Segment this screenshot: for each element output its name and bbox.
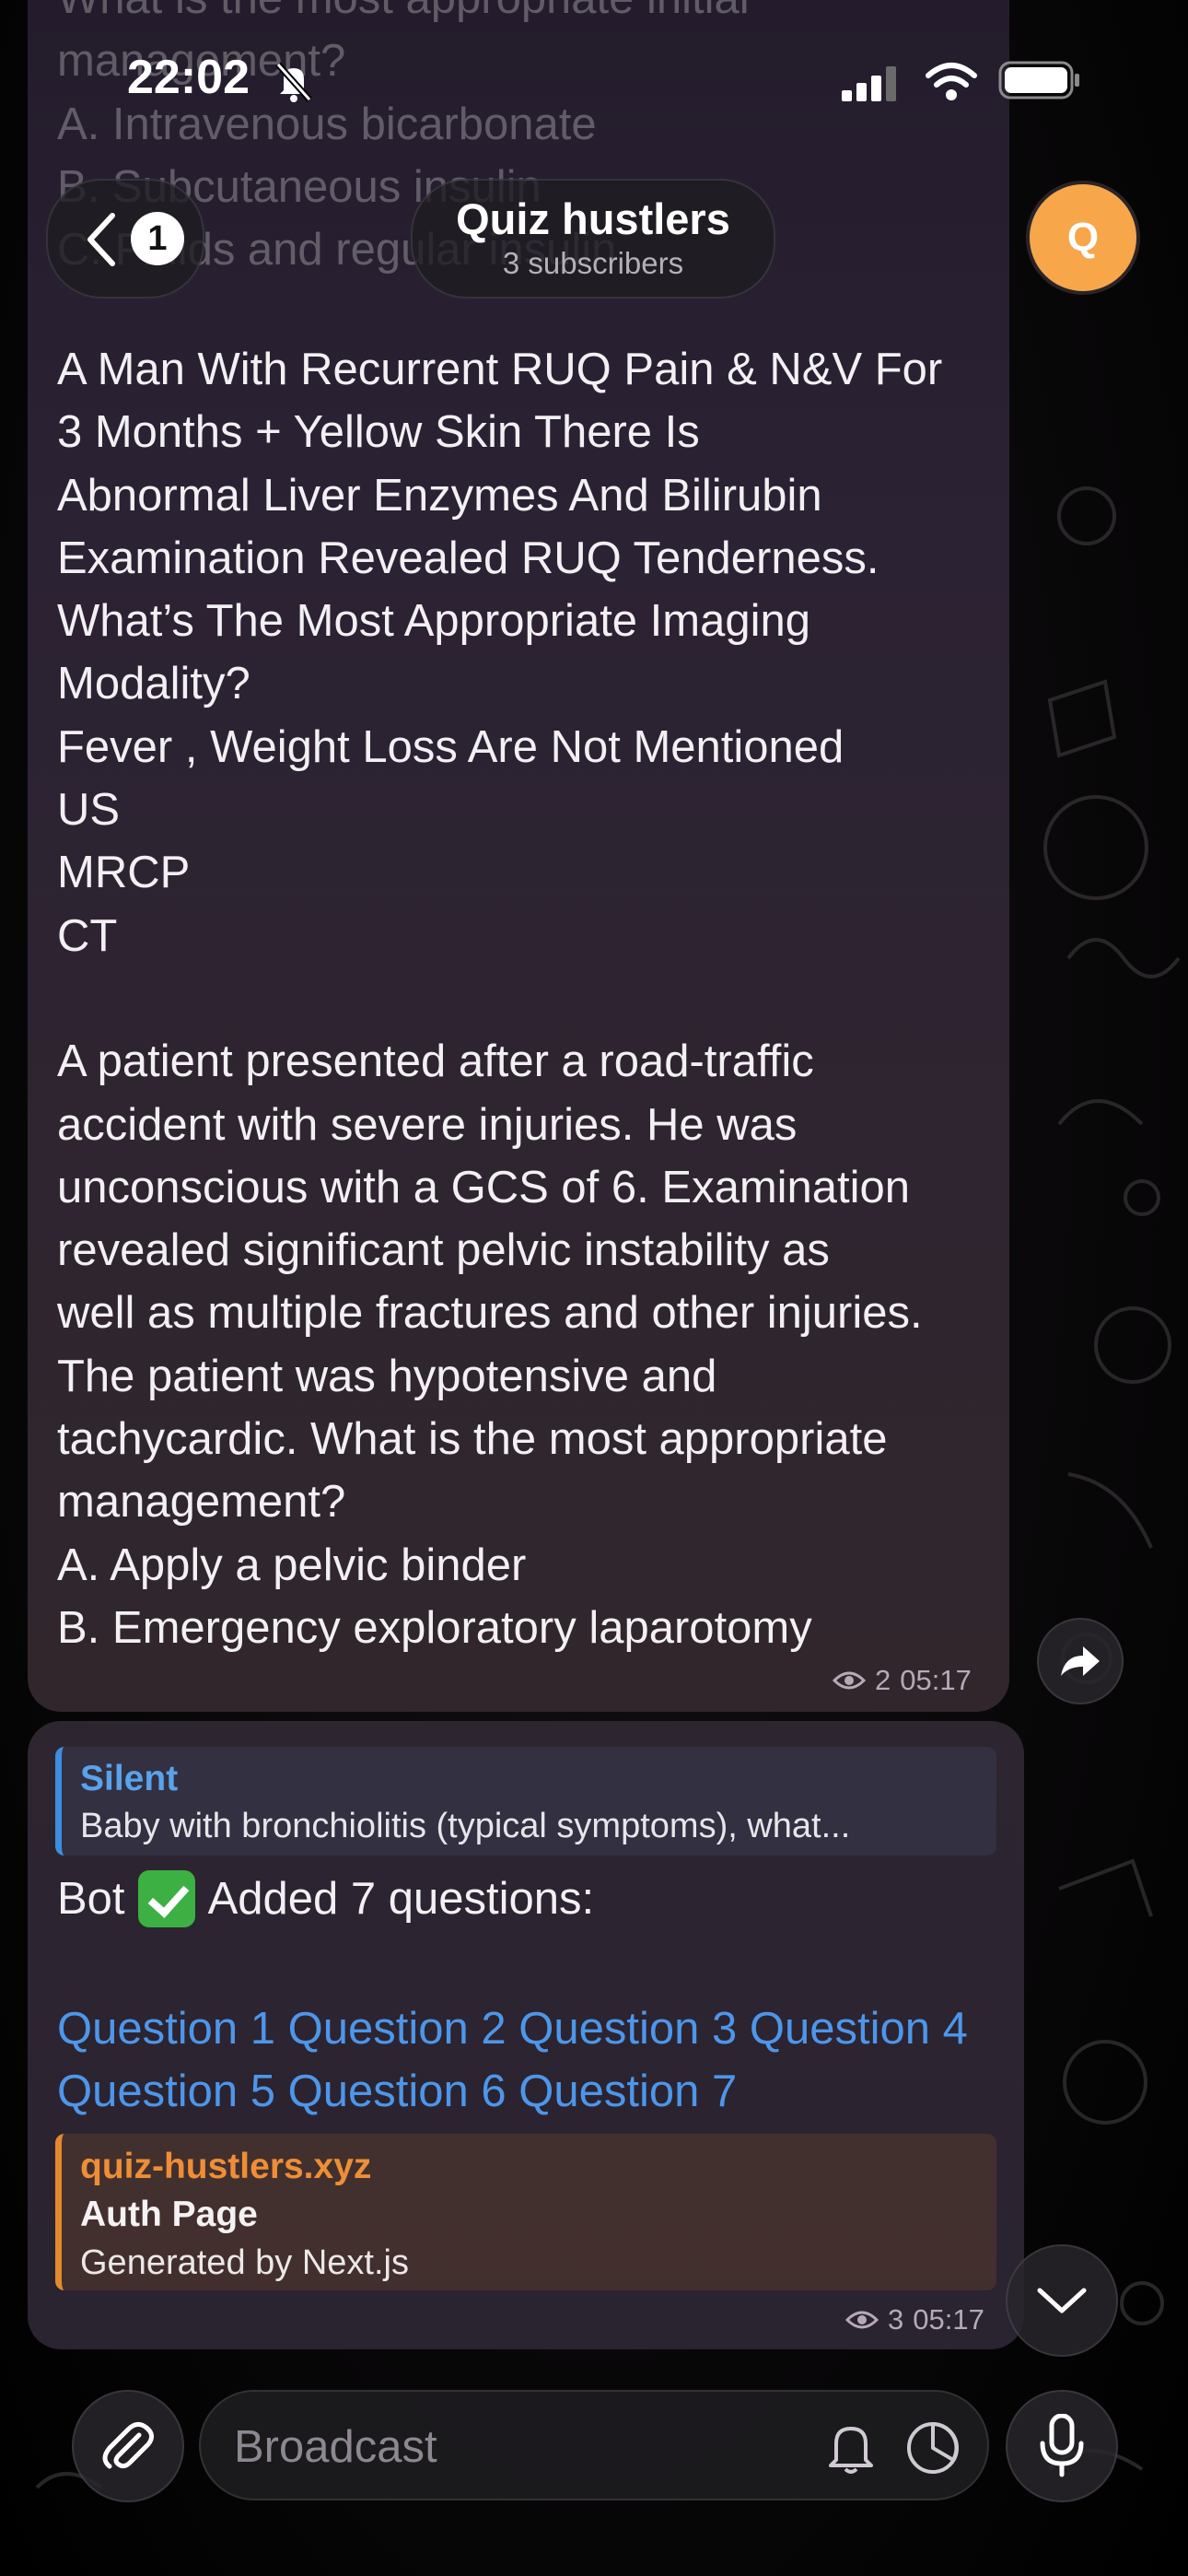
- message-line: Fever , Weight Loss Are Not Mentioned: [57, 721, 844, 772]
- message-line: revealed significant pelvic instability …: [57, 1225, 830, 1276]
- reply-quote[interactable]: Silent Baby with bronchiolitis (typical …: [55, 1747, 996, 1856]
- unread-badge: 1: [131, 212, 184, 265]
- message-meta: 3 05:17: [845, 2303, 984, 2336]
- reply-text: Baby with bronchiolitis (typical symptom…: [80, 1807, 851, 1845]
- silent-bell-icon: [275, 62, 312, 102]
- signal-icon: [842, 66, 896, 101]
- message-meta: 2 05:17: [833, 1664, 972, 1697]
- scroll-down-button[interactable]: [1006, 2244, 1118, 2357]
- message-line: A. Apply a pelvic binder: [57, 1540, 527, 1590]
- question-link-4[interactable]: Question 4: [750, 2004, 968, 2054]
- link-preview[interactable]: quiz-hustlers.xyz Auth Page Generated by…: [55, 2134, 996, 2290]
- question-links: Question 1 Question 2 Question 3 Questio…: [57, 1997, 1015, 2123]
- status-bar: 22:02: [0, 0, 1188, 166]
- microphone-button[interactable]: [1006, 2390, 1118, 2502]
- eye-icon: [833, 1671, 866, 1690]
- paragraph-break: [57, 967, 1015, 1030]
- message-text: A Man With Recurrent RUQ Pain & N&V For …: [57, 338, 1015, 1659]
- message-line: well as multiple fractures and other inj…: [57, 1288, 923, 1339]
- bot-prefix: Bot: [57, 1874, 125, 1924]
- message-time: 05:17: [913, 2303, 984, 2336]
- bell-icon[interactable]: [823, 2419, 879, 2476]
- message-line: management?: [57, 1477, 346, 1528]
- check-mark-icon: [137, 1870, 195, 1927]
- preview-title: Auth Page: [80, 2195, 258, 2234]
- message-line: 3 Months + Yellow Skin There Is: [57, 407, 700, 458]
- message-line: The patient was hypotensive and: [57, 1351, 717, 1401]
- channel-name: Quiz hustlers: [456, 194, 730, 243]
- reply-author: Silent: [80, 1759, 179, 1798]
- question-link-7[interactable]: Question 7: [518, 2067, 737, 2116]
- clock: 22:02: [127, 51, 250, 104]
- message-line: tachycardic. What is the most appropriat…: [57, 1414, 888, 1465]
- microphone-icon: [1040, 2414, 1084, 2477]
- paperclip-icon: [102, 2422, 154, 2469]
- bot-text: Added 7 questions:: [207, 1874, 595, 1924]
- question-link-3[interactable]: Question 3: [518, 2004, 737, 2054]
- message-line: CT: [57, 910, 118, 961]
- chevron-down-icon: [1037, 2288, 1087, 2313]
- chevron-left-icon: [87, 213, 115, 266]
- share-button[interactable]: [1037, 1618, 1124, 1704]
- wifi-icon: [926, 63, 977, 100]
- broadcast-input[interactable]: [234, 2412, 786, 2482]
- subscriber-count: 3 subscribers: [502, 246, 684, 280]
- avatar[interactable]: Q: [1026, 181, 1140, 295]
- message-line: A patient presented after a road-traffic: [57, 1036, 814, 1087]
- question-link-5[interactable]: Question 5: [57, 2067, 275, 2116]
- message-time: 05:17: [900, 1664, 972, 1696]
- message-line: A Man With Recurrent RUQ Pain & N&V For: [57, 345, 943, 394]
- battery-icon: [998, 61, 1079, 100]
- message-line: Examination Revealed RUQ Tenderness.: [57, 533, 879, 583]
- preview-description: Generated by Next.js: [80, 2243, 409, 2282]
- view-count: 3: [888, 2303, 904, 2336]
- message-line: unconscious with a GCS of 6. Examination: [57, 1162, 911, 1212]
- channel-title[interactable]: Quiz hustlers 3 subscribers: [411, 179, 775, 299]
- message-line: accident with severe injuries. He was: [57, 1099, 798, 1150]
- message-line: What’s The Most Appropriate Imaging: [57, 596, 810, 647]
- share-icon: [1061, 1646, 1100, 1676]
- message-input-bar: [199, 2390, 989, 2500]
- back-button[interactable]: 1: [46, 179, 204, 299]
- bot-status-line: Bot Added 7 questions:: [57, 1870, 594, 1927]
- message-line: US: [57, 785, 121, 836]
- message-line: Modality?: [57, 659, 250, 709]
- message-line: Abnormal Liver Enzymes And Bilirubin: [57, 470, 822, 521]
- chat-screen: What is the most appropriate initial man…: [0, 0, 1188, 2576]
- message-line: MRCP: [57, 848, 191, 898]
- eye-icon: [845, 2311, 879, 2329]
- question-link-1[interactable]: Question 1: [57, 2004, 275, 2054]
- attach-button[interactable]: [72, 2390, 184, 2502]
- view-count: 2: [875, 1664, 891, 1696]
- question-link-6[interactable]: Question 6: [288, 2067, 507, 2116]
- question-link-2[interactable]: Question 2: [288, 2004, 507, 2054]
- timer-icon[interactable]: [904, 2419, 961, 2476]
- preview-site: quiz-hustlers.xyz: [80, 2147, 372, 2186]
- message-line: B. Emergency exploratory laparotomy: [57, 1602, 812, 1653]
